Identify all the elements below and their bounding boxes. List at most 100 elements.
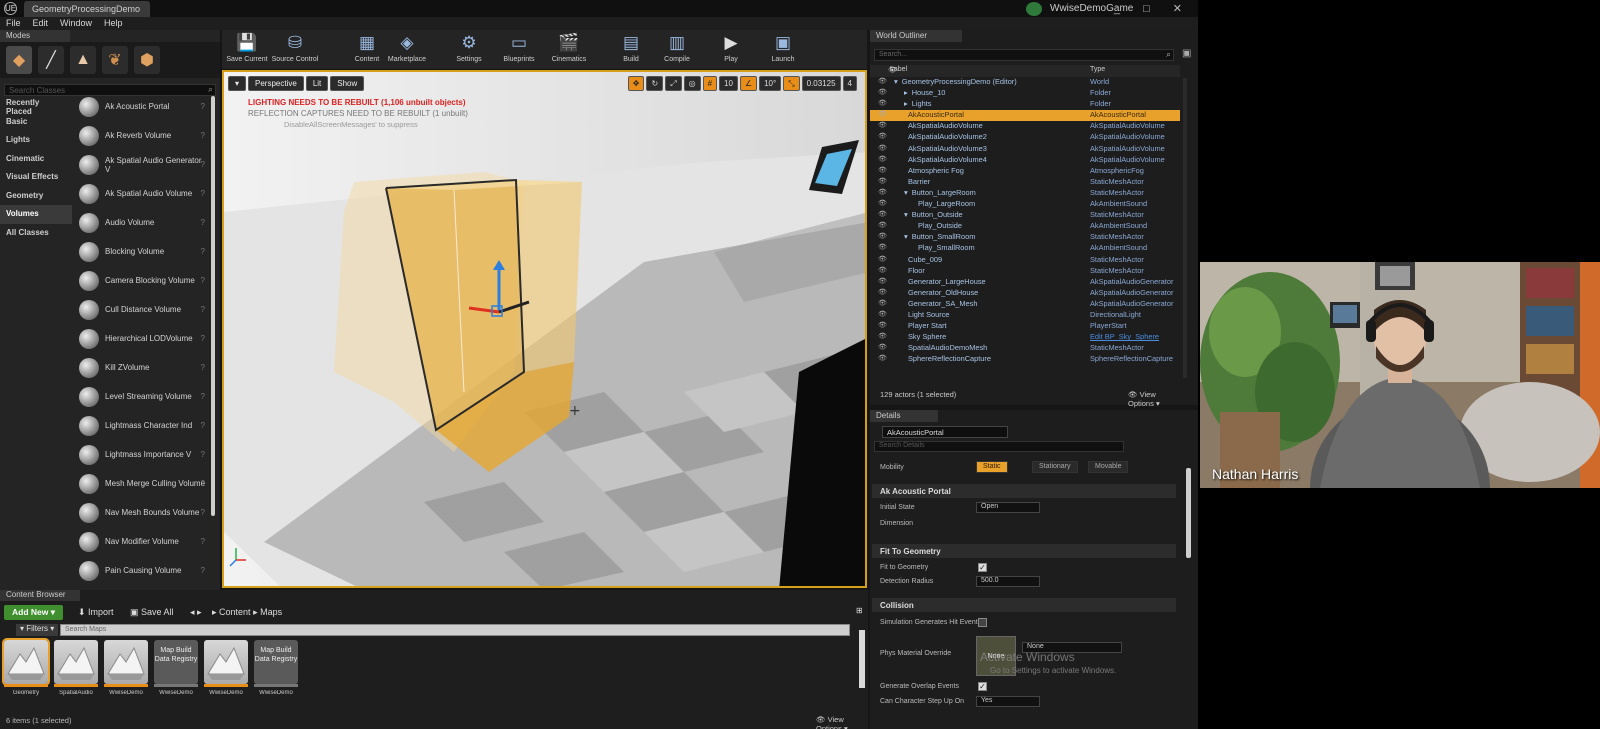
- outliner-row[interactable]: 👁 Play_SmallRoom AkAmbientSound: [870, 243, 1180, 254]
- outliner-row[interactable]: 👁 Floor StaticMeshActor: [870, 266, 1180, 277]
- category-item[interactable]: Lights: [0, 131, 72, 150]
- play-button[interactable]: ▶ Play: [706, 32, 756, 63]
- outliner-row[interactable]: 👁 ▾ Button_LargeRoom StaticMeshActor: [870, 188, 1180, 199]
- help-icon[interactable]: ?: [201, 421, 205, 430]
- fit-to-geometry-checkbox[interactable]: ✓: [978, 563, 987, 572]
- initial-state-dropdown[interactable]: Open: [976, 502, 1040, 513]
- content-search-input[interactable]: Search Maps: [60, 624, 850, 636]
- outliner-row[interactable]: 👁 Barrier StaticMeshActor: [870, 177, 1180, 188]
- help-icon[interactable]: ?: [201, 363, 205, 372]
- cinematics-button[interactable]: 🎬 Cinematics: [544, 32, 594, 63]
- rotate-tool-icon[interactable]: ↻: [646, 76, 664, 91]
- place-mode-icon[interactable]: ◆: [6, 46, 32, 74]
- help-icon[interactable]: ?: [201, 276, 205, 285]
- visibility-eye-icon[interactable]: 👁: [878, 288, 887, 296]
- volume-item[interactable]: Lightmass Character Ind?: [75, 411, 209, 440]
- lit-button[interactable]: Lit: [305, 76, 329, 91]
- paint-mode-icon[interactable]: ╱: [38, 46, 64, 74]
- outliner-row[interactable]: 👁 AkSpatialAudioVolume3 AkSpatialAudioVolu…: [870, 144, 1180, 155]
- dimension-label[interactable]: Dimension: [880, 520, 913, 527]
- label-column-header[interactable]: Label: [890, 66, 907, 73]
- mobility-stationary-button[interactable]: Stationary: [1032, 461, 1078, 473]
- breadcrumb-maps[interactable]: Maps: [260, 607, 282, 617]
- detection-radius-field[interactable]: 500.0: [976, 576, 1040, 587]
- outliner-row[interactable]: 👁 Generator_LargeHouse AkSpatialAudioGener…: [870, 277, 1180, 288]
- menu-window[interactable]: Window: [54, 17, 98, 29]
- lock-icon[interactable]: ⊞: [856, 606, 863, 615]
- volume-item[interactable]: Camera Blocking Volume?: [75, 266, 209, 295]
- add-folder-icon[interactable]: ▣: [1182, 48, 1191, 59]
- import-button[interactable]: ⬇ Import: [78, 607, 114, 618]
- help-icon[interactable]: ?: [201, 537, 205, 546]
- volume-item[interactable]: Kill ZVolume?: [75, 353, 209, 382]
- outliner-row[interactable]: 👁 Sky Sphere Edit BP_Sky_Sphere: [870, 332, 1180, 343]
- visibility-eye-icon[interactable]: 👁: [878, 110, 887, 118]
- visibility-eye-icon[interactable]: 👁: [878, 144, 887, 152]
- grid-snap-value[interactable]: 10: [719, 76, 738, 91]
- visibility-eye-icon[interactable]: 👁: [878, 177, 887, 185]
- volume-item[interactable]: Hierarchical LODVolume?: [75, 324, 209, 353]
- visibility-eye-icon[interactable]: 👁: [878, 266, 887, 274]
- volume-item[interactable]: Ak Reverb Volume?: [75, 121, 209, 150]
- details-tab[interactable]: Details: [870, 410, 938, 422]
- volume-item[interactable]: Ak Spatial Audio Volume?: [75, 179, 209, 208]
- category-item[interactable]: Cinematic: [0, 150, 72, 169]
- volume-item[interactable]: Pain Causing Volume?: [75, 556, 209, 585]
- expand-arrow-icon[interactable]: ▾: [904, 210, 908, 219]
- visibility-eye-icon[interactable]: 👁: [878, 221, 887, 229]
- window-controls[interactable]: _ □ ✕: [1114, 2, 1192, 15]
- help-icon[interactable]: ?: [201, 131, 205, 140]
- landscape-mode-icon[interactable]: ▲: [70, 46, 96, 74]
- perspective-button[interactable]: Perspective: [248, 76, 304, 91]
- viewport-menu-button[interactable]: ▾: [228, 76, 247, 91]
- visibility-eye-icon[interactable]: 👁: [878, 210, 887, 218]
- marketplace-button[interactable]: ◈ Marketplace: [382, 32, 432, 63]
- expand-arrow-icon[interactable]: ▾: [904, 188, 908, 197]
- foliage-mode-icon[interactable]: ❦: [102, 46, 128, 74]
- visibility-eye-icon[interactable]: 👁: [878, 188, 887, 196]
- visibility-eye-icon[interactable]: 👁: [878, 277, 887, 285]
- world-local-icon[interactable]: ◎: [683, 76, 701, 91]
- show-button[interactable]: Show: [330, 76, 365, 91]
- visibility-eye-icon[interactable]: 👁: [878, 243, 887, 251]
- outliner-row[interactable]: 👁 ▾ GeometryProcessingDemo (Editor) World: [870, 77, 1180, 88]
- help-icon[interactable]: ?: [201, 508, 205, 517]
- content-scrollbar[interactable]: [859, 630, 865, 688]
- modes-tab[interactable]: Modes: [0, 30, 70, 42]
- details-scrollbar[interactable]: [1186, 468, 1191, 558]
- settings-button[interactable]: ⚙ Settings: [444, 32, 494, 63]
- grid-snap-icon[interactable]: #: [702, 76, 718, 91]
- volume-item[interactable]: Mesh Merge Culling Volume?: [75, 469, 209, 498]
- help-icon[interactable]: ?: [201, 160, 205, 169]
- outliner-row[interactable]: 👁 ▸ House_10 Folder: [870, 88, 1180, 99]
- level-viewport[interactable]: + ▾ Perspective Lit Show ✥ ↻ ⤢ ◎ #10 ∠ 10° ⤡ 0.0312…: [222, 70, 867, 588]
- overlap-events-checkbox[interactable]: ✓: [978, 682, 987, 691]
- details-search-input[interactable]: Search Details: [874, 441, 1124, 452]
- outliner-row[interactable]: 👁 AkSpatialAudioVolume2 AkSpatialAudioVolu…: [870, 132, 1180, 143]
- category-item[interactable]: All Classes: [0, 224, 72, 243]
- volume-item[interactable]: Blocking Volume?: [75, 237, 209, 266]
- visibility-eye-icon[interactable]: 👁: [878, 232, 887, 240]
- actor-type[interactable]: Edit BP_Sky_Sphere: [1090, 332, 1159, 341]
- help-icon[interactable]: ?: [201, 189, 205, 198]
- build-button[interactable]: ▤ Build: [606, 32, 656, 63]
- asset-tile[interactable]: Map Build Data Registry WwiseDemo: [154, 640, 198, 700]
- visibility-eye-icon[interactable]: 👁: [878, 166, 887, 174]
- outliner-row[interactable]: 👁 Cube_009 StaticMeshActor: [870, 255, 1180, 266]
- category-item[interactable]: Visual Effects: [0, 168, 72, 187]
- volume-item[interactable]: Ak Spatial Audio Generator V?: [75, 150, 209, 179]
- help-icon[interactable]: ?: [201, 102, 205, 111]
- rotation-snap-icon[interactable]: ∠: [739, 76, 758, 91]
- launch-button[interactable]: ▣ Launch: [758, 32, 808, 63]
- expand-arrow-icon[interactable]: ▸: [904, 99, 908, 108]
- outliner-row[interactable]: 👁 SpatialAudioDemoMesh StaticMeshActor: [870, 343, 1180, 354]
- outliner-row[interactable]: 👁 AkSpatialAudioVolume AkSpatialAudioVolum…: [870, 121, 1180, 132]
- help-icon[interactable]: ?: [201, 334, 205, 343]
- asset-tile[interactable]: WwiseDemo: [204, 640, 248, 700]
- outliner-scrollbar[interactable]: [1183, 78, 1187, 378]
- asset-tile[interactable]: WwiseDemo: [104, 640, 148, 700]
- visibility-eye-icon[interactable]: 👁: [878, 132, 887, 140]
- actor-name-field[interactable]: AkAcousticPortal: [882, 426, 1008, 438]
- scale-snap-icon[interactable]: ⤡: [783, 76, 800, 91]
- help-icon[interactable]: ?: [201, 392, 205, 401]
